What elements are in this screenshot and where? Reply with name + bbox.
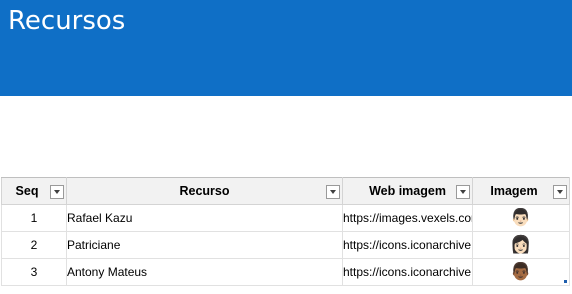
page-title: Recursos xyxy=(8,6,126,36)
woman-avatar-icon[interactable]: 👩🏻 xyxy=(472,231,570,259)
cell-seq[interactable]: 3 xyxy=(1,258,67,286)
cell-web-imagem[interactable]: https://images.vexels.com xyxy=(342,204,473,232)
column-header-imagem-label: Imagem xyxy=(490,184,538,198)
column-header-imagem[interactable]: Imagem xyxy=(472,177,570,205)
cell-web-imagem[interactable]: https://icons.iconarchive.com xyxy=(342,258,473,286)
filter-dropdown-icon[interactable] xyxy=(456,185,470,199)
man-dark-avatar-icon[interactable]: 👨🏾 xyxy=(472,258,570,286)
cell-recurso[interactable]: Rafael Kazu xyxy=(66,204,343,232)
cell-seq[interactable]: 1 xyxy=(1,204,67,232)
column-header-web-imagem-label: Web imagem xyxy=(369,184,446,198)
cell-recurso[interactable]: Patriciane xyxy=(66,231,343,259)
cell-web-imagem[interactable]: https://icons.iconarchive.com xyxy=(342,231,473,259)
title-banner: Recursos xyxy=(0,0,572,96)
filter-dropdown-icon[interactable] xyxy=(553,185,567,199)
column-header-recurso-label: Recurso xyxy=(179,184,230,198)
header-row: Seq Recurso Web imagem Imagem xyxy=(1,177,570,205)
table-row[interactable]: 2 Patriciane https://icons.iconarchive.c… xyxy=(1,231,570,259)
table-resize-handle[interactable] xyxy=(564,280,567,283)
cell-seq[interactable]: 2 xyxy=(1,231,67,259)
column-header-seq-label: Seq xyxy=(15,184,39,198)
table-row[interactable]: 3 Antony Mateus https://icons.iconarchiv… xyxy=(1,258,570,286)
cell-recurso[interactable]: Antony Mateus xyxy=(66,258,343,286)
filter-dropdown-icon[interactable] xyxy=(326,185,340,199)
column-header-web-imagem[interactable]: Web imagem xyxy=(342,177,473,205)
column-header-recurso[interactable]: Recurso xyxy=(66,177,343,205)
recursos-table: Seq Recurso Web imagem Imagem 1 Rafael K… xyxy=(1,177,570,286)
table-row[interactable]: 1 Rafael Kazu https://images.vexels.com … xyxy=(1,204,570,232)
column-header-seq[interactable]: Seq xyxy=(1,177,67,205)
filter-dropdown-icon[interactable] xyxy=(50,185,64,199)
man-avatar-icon[interactable]: 👨🏻 xyxy=(472,204,570,232)
